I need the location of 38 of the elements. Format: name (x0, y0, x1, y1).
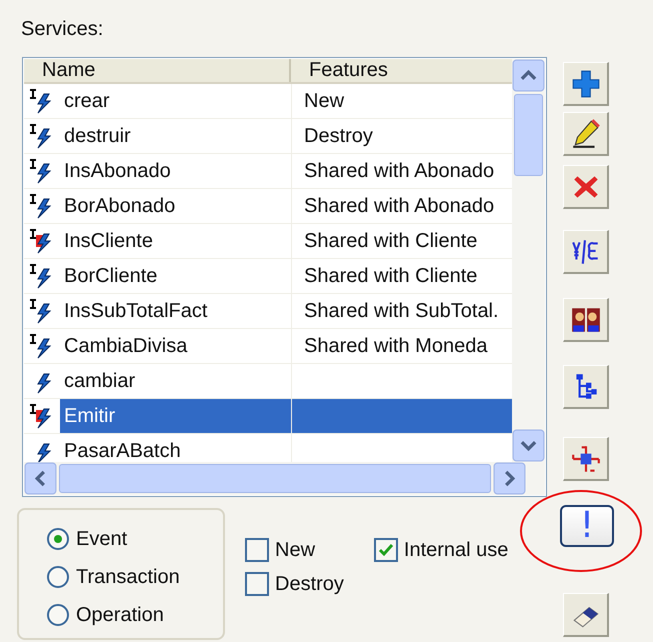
type-radio[interactable]: Event (47, 522, 223, 556)
service-name[interactable]: destruir (60, 119, 291, 153)
network-button[interactable] (563, 437, 609, 481)
scroll-thumb[interactable] (514, 94, 543, 176)
add-button[interactable] (563, 62, 609, 106)
scroll-left-button[interactable] (24, 462, 57, 495)
horizontal-scrollbar[interactable] (24, 462, 545, 495)
service-name[interactable]: InsSubTotalFact (60, 294, 291, 328)
currency-button[interactable] (563, 230, 609, 274)
column-header[interactable]: Features (291, 59, 512, 82)
service-name[interactable]: BorAbonado (60, 189, 291, 223)
option-checkbox[interactable]: Internal use (374, 535, 508, 565)
plus-icon (570, 68, 602, 100)
tree-button[interactable] (563, 365, 609, 409)
service-name[interactable]: InsAbonado (60, 154, 291, 188)
scroll-up-button[interactable] (512, 59, 545, 92)
option-checkbox[interactable]: Destroy (245, 569, 344, 599)
scroll-thumb[interactable] (59, 464, 491, 493)
scroll-down-button[interactable] (512, 429, 545, 462)
mirror-button[interactable] (563, 298, 609, 342)
service-name[interactable]: BorCliente (60, 259, 291, 293)
delete-button[interactable] (563, 165, 609, 209)
alert-button[interactable]: ! (560, 505, 614, 547)
service-name[interactable]: cambiar (60, 364, 291, 398)
vertical-scrollbar[interactable] (512, 59, 545, 462)
service-name[interactable]: Emitir (60, 399, 291, 433)
type-radio[interactable]: Transaction (47, 560, 223, 594)
edit-button[interactable] (563, 112, 609, 156)
type-radio[interactable]: Operation (47, 598, 223, 632)
services-label: Services: (21, 17, 104, 42)
column-header[interactable]: Name (24, 59, 291, 82)
eraser-button[interactable] (563, 593, 609, 637)
service-name[interactable]: PasarABatch (60, 434, 291, 462)
service-name[interactable]: InsCliente (60, 224, 291, 258)
service-name[interactable]: CambiaDivisa (60, 329, 291, 363)
scroll-right-button[interactable] (493, 462, 526, 495)
option-checkbox[interactable]: New (245, 535, 344, 565)
service-name[interactable]: crear (60, 84, 291, 118)
